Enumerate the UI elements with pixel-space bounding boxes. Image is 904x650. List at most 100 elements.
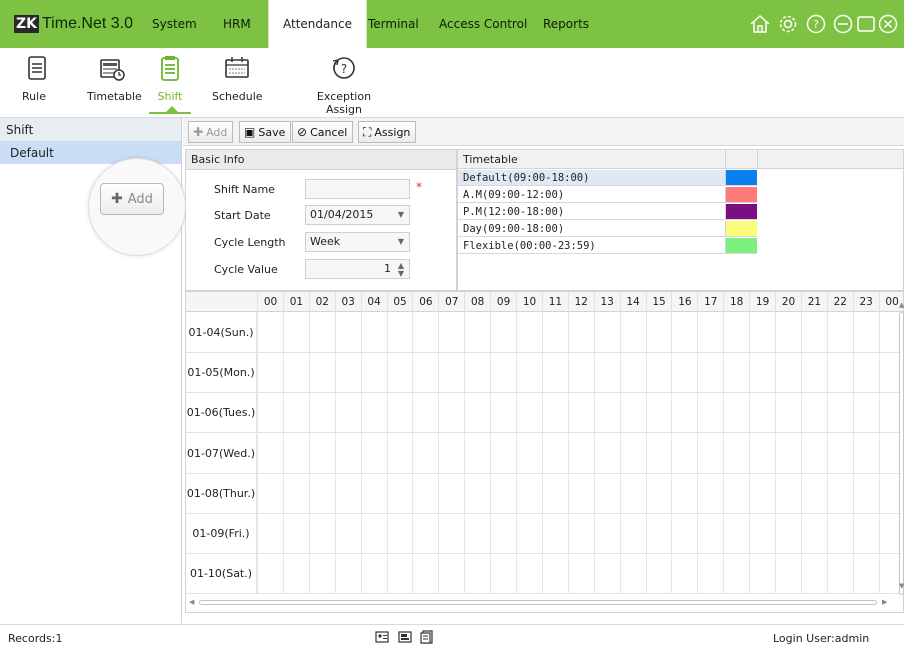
grid-day-label: 01-08(Thur.) xyxy=(186,473,257,514)
settings-icon[interactable] xyxy=(777,13,799,35)
grid-hour-label: 03 xyxy=(334,292,361,312)
grid-hour-label: 21 xyxy=(800,292,827,312)
tool-shift-label: Shift xyxy=(157,90,183,103)
timetable-row-name: Flexible(00:00-23:59) xyxy=(463,240,596,252)
timetable-color-swatch xyxy=(725,187,757,202)
cycle-length-label: Cycle Length xyxy=(214,236,286,249)
grid-hour-label: 20 xyxy=(775,292,801,312)
grid-day-row[interactable]: 01-07(Wed.) xyxy=(186,433,903,474)
svg-text:?: ? xyxy=(341,62,347,76)
grid-hour-label: 06 xyxy=(412,292,438,312)
timetable-panel: Timetable Default(09:00-18:00) A.M(09:00-… xyxy=(457,149,904,291)
dropdown-arrow-icon[interactable]: ▼ xyxy=(398,233,404,251)
tool-shift[interactable]: Shift xyxy=(149,54,191,103)
grid-hour-label: 16 xyxy=(671,292,697,312)
start-date-value: 01/04/2015 xyxy=(310,208,374,221)
assign-button-label: Assign xyxy=(374,126,411,139)
grid-day-label: 01-06(Tues.) xyxy=(186,393,257,434)
menu-system[interactable]: System xyxy=(138,0,211,48)
timetable-row-name: A.M(09:00-12:00) xyxy=(463,189,565,201)
grid-hour-label: 17 xyxy=(697,292,723,312)
grid-day-row[interactable]: 01-09(Fri.) xyxy=(186,514,903,554)
maximize-icon[interactable] xyxy=(855,13,877,35)
timetable-row-name: Day(09:00-18:00) xyxy=(463,223,565,235)
timetable-row[interactable]: P.M(12:00-18:00) xyxy=(458,204,757,220)
tool-schedule-label: Schedule xyxy=(212,90,263,103)
tool-rule[interactable]: Rule xyxy=(22,54,46,103)
timetable-color-swatch xyxy=(725,170,757,185)
tool-timetable[interactable]: Timetable xyxy=(87,54,142,103)
document-icon[interactable] xyxy=(420,630,434,644)
start-date-picker[interactable]: 01/04/2015 ▼ xyxy=(305,205,410,225)
id-card-icon[interactable] xyxy=(375,630,389,644)
grid-hour-label: 15 xyxy=(645,292,672,312)
horizontal-scrollbar[interactable] xyxy=(199,600,877,605)
grid-day-row[interactable]: 01-08(Thur.) xyxy=(186,473,903,514)
cancel-icon: ⊘ xyxy=(297,125,308,139)
tool-rule-label: Rule xyxy=(22,90,46,103)
menu-reports[interactable]: Reports xyxy=(529,0,603,48)
tool-timetable-label: Timetable xyxy=(87,90,142,103)
shift-name-input[interactable] xyxy=(305,179,410,199)
grid-day-label: 01-04(Sun.) xyxy=(186,313,257,353)
grid-day-label: 01-07(Wed.) xyxy=(186,433,257,474)
timetable-row[interactable]: Day(09:00-18:00) xyxy=(458,221,757,237)
cycle-length-select[interactable]: Week ▼ xyxy=(305,232,410,252)
grid-hour-label: 00 xyxy=(257,292,283,312)
svg-text:?: ? xyxy=(813,18,819,31)
grid-hour-label: 04 xyxy=(360,292,387,312)
grid-day-row[interactable]: 01-06(Tues.) xyxy=(186,393,903,434)
required-marker: * xyxy=(416,180,422,194)
start-date-label: Start Date xyxy=(214,209,271,222)
menu-terminal[interactable]: Terminal xyxy=(354,0,433,48)
grid-hour-label: 10 xyxy=(516,292,542,312)
scroll-right-icon[interactable]: ▶ xyxy=(882,598,887,606)
home-icon[interactable] xyxy=(749,13,771,35)
dropdown-arrow-icon[interactable]: ▼ xyxy=(398,206,404,224)
close-icon[interactable] xyxy=(877,13,899,35)
menu-hrm[interactable]: HRM xyxy=(209,0,265,48)
timetable-color-swatch xyxy=(725,204,757,219)
timetable-row[interactable]: A.M(09:00-12:00) xyxy=(458,187,757,203)
vertical-scrollbar[interactable] xyxy=(899,312,904,595)
grid-day-row[interactable]: 01-04(Sun.) xyxy=(186,313,903,353)
scroll-down-icon[interactable]: ▼ xyxy=(899,582,904,590)
cancel-button[interactable]: ⊘ Cancel xyxy=(292,121,354,143)
add-button[interactable]: ✚ Add xyxy=(188,121,234,143)
tool-schedule[interactable]: Schedule xyxy=(212,54,263,103)
device-icon[interactable] xyxy=(398,630,412,644)
tool-exception-assign[interactable]: ? Exception Assign xyxy=(302,54,386,116)
timetable-header: Timetable xyxy=(458,150,903,169)
basic-info-panel: Basic Info Shift Name * Start Date 01/04… xyxy=(185,149,457,291)
cycle-length-value: Week xyxy=(310,235,341,248)
save-button[interactable]: ▣ Save xyxy=(239,121,292,143)
grid-hour-label: 08 xyxy=(464,292,490,312)
column-divider xyxy=(757,150,758,169)
timetable-row-name: Default(09:00-18:00) xyxy=(463,172,590,184)
scroll-up-icon[interactable]: ▲ xyxy=(899,301,904,309)
shift-icon xyxy=(161,56,179,81)
menu-attendance[interactable]: Attendance xyxy=(268,0,367,48)
plus-icon: ✚ xyxy=(193,125,204,139)
menu-access-control[interactable]: Access Control xyxy=(425,0,541,48)
scroll-left-icon[interactable]: ◀ xyxy=(189,598,194,606)
grid-day-row[interactable]: 01-05(Mon.) xyxy=(186,353,903,394)
grid-hour-label: 12 xyxy=(567,292,594,312)
grid-hour-label: 09 xyxy=(490,292,516,312)
save-button-label: Save xyxy=(258,126,286,139)
active-tool-underline xyxy=(149,112,191,114)
app-logo: ZK Time.Net 3.0 xyxy=(14,12,133,36)
help-icon[interactable]: ? xyxy=(805,13,827,35)
minimize-icon[interactable] xyxy=(832,13,854,35)
timetable-icon xyxy=(100,59,125,81)
plus-icon: ✚ xyxy=(111,191,128,207)
assign-button[interactable]: ⛶ Assign xyxy=(358,121,417,143)
magnified-add-button[interactable]: ✚ Add xyxy=(100,183,164,215)
timetable-row[interactable]: Default(09:00-18:00) xyxy=(458,170,757,186)
timetable-row[interactable]: Flexible(00:00-23:59) xyxy=(458,238,757,254)
grid-day-row[interactable]: 01-10(Sat.) xyxy=(186,554,903,595)
stepper-arrows-icon[interactable]: ▲ ▼ xyxy=(398,262,404,278)
records-count: Records:1 xyxy=(8,632,63,645)
cycle-value-stepper[interactable]: 1 ▲ ▼ xyxy=(305,259,410,279)
grid-hour-label: 19 xyxy=(749,292,775,312)
